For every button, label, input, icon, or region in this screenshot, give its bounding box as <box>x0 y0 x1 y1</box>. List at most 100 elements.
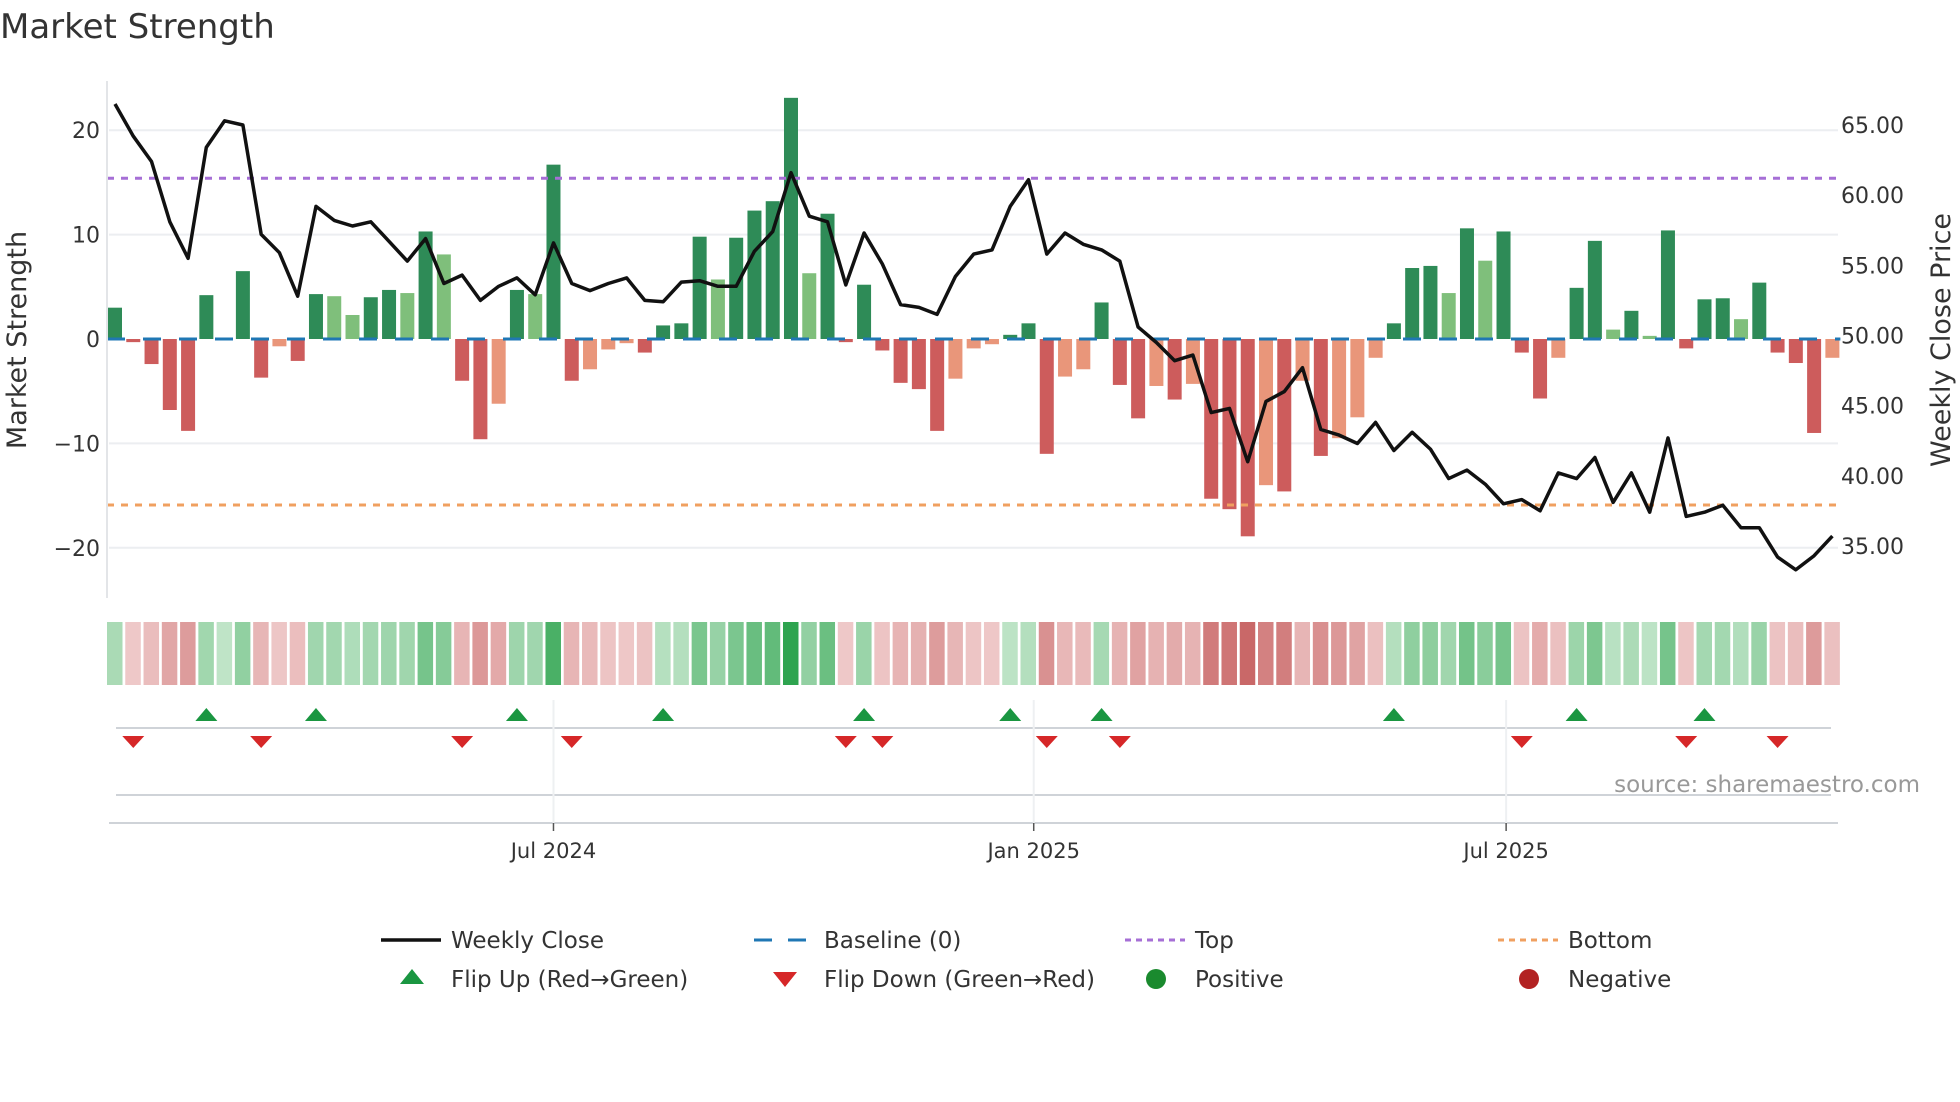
positive-bar <box>199 295 214 339</box>
positive-bar <box>345 314 360 339</box>
negative-bar <box>1185 339 1200 384</box>
negative-bar <box>1825 339 1840 358</box>
x-tick-label: Jul 2025 <box>1461 839 1548 863</box>
negative-bar <box>1076 339 1091 370</box>
positive-bar <box>235 271 250 339</box>
positive-bar <box>656 325 671 339</box>
legend-flip-down-icon <box>773 972 797 987</box>
heatmap-cell <box>472 622 488 685</box>
heatmap-cell <box>1787 622 1804 685</box>
heatmap-cell <box>216 622 233 685</box>
heatmap-cell <box>1331 622 1347 685</box>
y2-axis-label: Weekly Close Price <box>1926 213 1957 467</box>
negative-bar <box>272 339 287 347</box>
negative-bar <box>126 339 141 343</box>
heatmap-cell <box>107 622 123 685</box>
negative-bar <box>290 339 305 361</box>
positive-bar <box>382 289 397 339</box>
negative-bar <box>1788 339 1803 364</box>
heatmap-cell <box>1714 622 1731 685</box>
heatmap-cell <box>1806 622 1822 685</box>
heatmap-cell <box>399 622 415 685</box>
heatmap-cell <box>1678 622 1694 685</box>
heatmap-cell <box>1130 622 1146 685</box>
heatmap-cell <box>1404 622 1420 685</box>
heatmap-cell <box>655 622 671 685</box>
positive-bar <box>1094 302 1109 339</box>
x-tick-label: Jul 2024 <box>509 839 596 863</box>
negative-bar <box>601 339 616 350</box>
flip-down-marker <box>1035 736 1058 748</box>
y2-tick-label: 60.00 <box>1841 184 1904 209</box>
negative-bar <box>1551 339 1566 358</box>
positive-bar <box>528 294 543 339</box>
heatmap-cell <box>198 622 214 685</box>
flip-down-marker <box>1675 736 1698 748</box>
positive-bar <box>400 293 415 339</box>
heatmap-cell <box>307 622 324 685</box>
positive-bar <box>1405 268 1420 339</box>
negative-bar <box>181 339 196 431</box>
heatmap-cell <box>490 622 507 685</box>
heatmap-cell <box>1203 622 1219 685</box>
flip-down-marker <box>122 736 145 748</box>
heatmap-cell <box>1020 622 1036 685</box>
positive-bar <box>1660 230 1675 339</box>
positive-bar <box>1734 319 1749 339</box>
positive-bar <box>1496 231 1511 339</box>
legend-label: Flip Up (Red→Green) <box>451 967 688 993</box>
legend-flip-up-icon <box>400 969 424 984</box>
negative-bar <box>473 339 488 440</box>
negative-bar <box>1770 339 1785 353</box>
positive-bar <box>783 97 798 339</box>
heatmap-cell <box>1038 622 1055 685</box>
flip-up-marker <box>505 708 528 721</box>
negative-bar <box>948 339 963 379</box>
heatmap-cell <box>1751 622 1767 685</box>
negative-bar <box>1533 339 1548 399</box>
heatmap-cell <box>253 622 269 685</box>
market-strength-chart: Market Strength Market Strength Weekly C… <box>0 7 1957 993</box>
heatmap-cell <box>1550 622 1566 685</box>
heatmap-cell <box>1641 622 1658 685</box>
y-tick-label: −10 <box>54 432 100 457</box>
positive-bar <box>1606 329 1621 339</box>
heatmap-cell <box>1605 622 1621 685</box>
positive-bar <box>509 289 524 339</box>
heatmap-cell <box>234 622 251 685</box>
heatmap-cell <box>910 622 927 685</box>
heatmap-cell <box>582 622 598 685</box>
heatmap-cell <box>1659 622 1676 685</box>
chart-title: Market Strength <box>0 7 275 47</box>
heatmap-cell <box>527 622 543 685</box>
flip-up-marker <box>1693 708 1716 721</box>
negative-bar <box>1807 339 1822 433</box>
positive-bar <box>1569 287 1584 339</box>
positive-bar <box>1587 240 1602 339</box>
flip-down-marker <box>451 736 474 748</box>
flip-up-marker <box>853 708 876 721</box>
heatmap-cell <box>618 622 635 685</box>
heatmap-cell <box>983 622 1000 685</box>
heatmap-cell <box>1696 622 1712 685</box>
y-tick-label: 0 <box>86 328 100 353</box>
heatmap-cell <box>1239 622 1256 685</box>
heatmap-cell <box>892 622 909 685</box>
legend-label: Positive <box>1195 967 1284 993</box>
flip-up-marker <box>195 708 218 721</box>
negative-bar <box>893 339 908 383</box>
legend-label: Flip Down (Green→Red) <box>824 967 1095 993</box>
y2-tick-label: 50.00 <box>1841 324 1904 349</box>
heatmap-cell <box>600 622 616 685</box>
flip-up-marker <box>304 708 327 721</box>
flip-up-marker <box>1090 708 1113 721</box>
flip-down-marker <box>1766 736 1789 748</box>
positive-bar <box>1715 298 1730 339</box>
heatmap-cell <box>1458 622 1475 685</box>
flip-down-marker <box>560 736 583 748</box>
heatmap-cell <box>1824 622 1840 685</box>
heatmap-cell <box>1057 622 1073 685</box>
positive-bar <box>710 279 725 339</box>
heatmap-cell <box>1221 622 1237 685</box>
negative-bar <box>254 339 269 378</box>
